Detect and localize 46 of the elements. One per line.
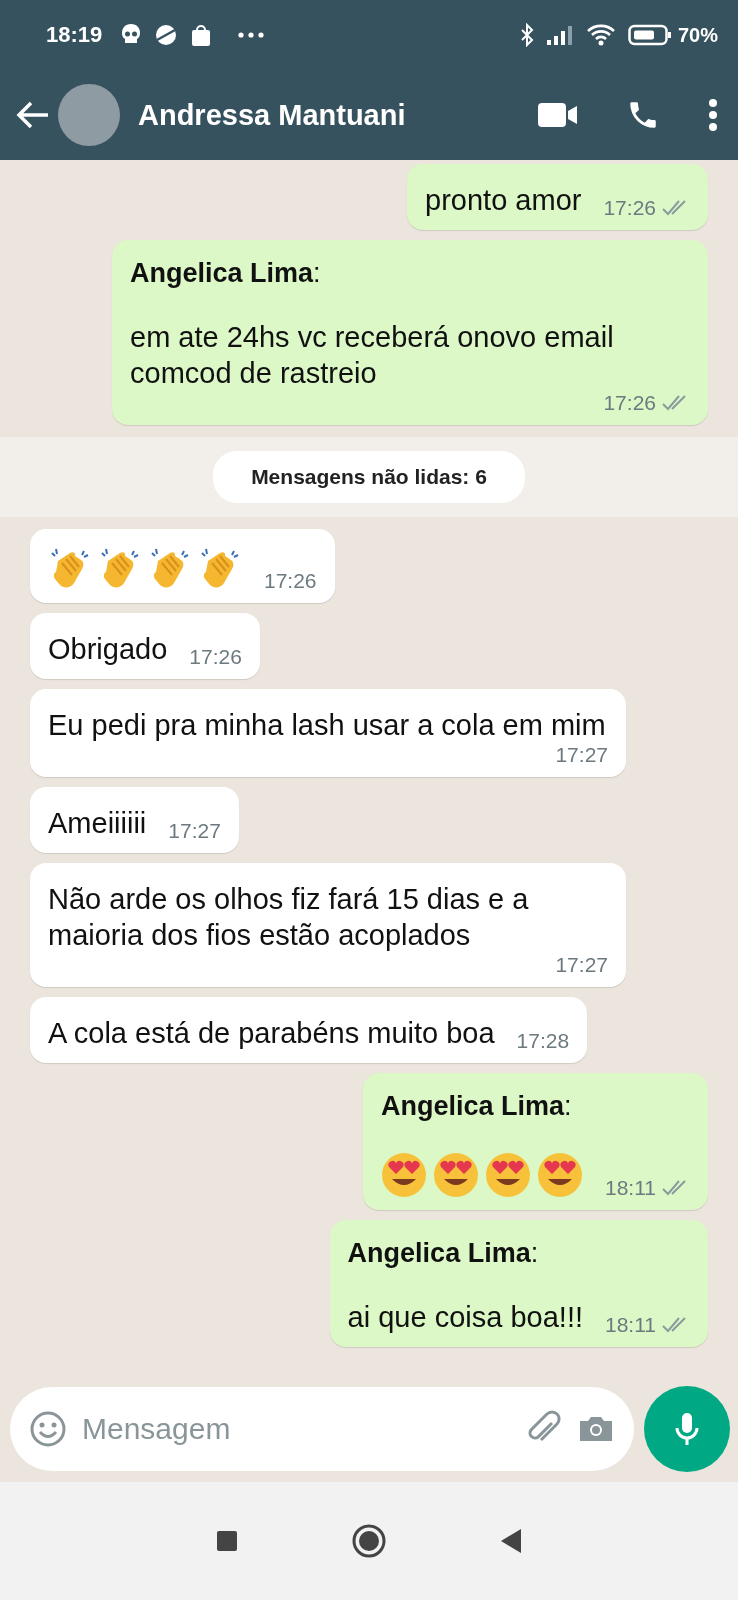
message-text: em ate 24hs vc receberá onovo email comcod de rastreio — [130, 320, 615, 391]
battery-percent: 70% — [677, 23, 718, 47]
message-time: 17:26 — [603, 196, 656, 220]
back-arrow-icon[interactable] — [16, 101, 50, 129]
message-text: pronto amor — [425, 183, 582, 218]
message-text: A cola está de parabéns muito boa — [48, 1016, 495, 1051]
bluetooth-icon — [519, 23, 534, 47]
more-dots-icon — [238, 32, 265, 38]
message-time: 17:28 — [516, 1029, 570, 1053]
recent-apps-icon[interactable] — [215, 1529, 239, 1553]
home-icon[interactable] — [351, 1523, 387, 1559]
message-text: ai que coisa boa!!! — [347, 1300, 583, 1335]
message-time: 17:26 — [603, 391, 656, 415]
sender-name: Angelica Lima: — [130, 258, 322, 289]
unread-messages-banner: Mensagens não lidas: 6 — [213, 451, 525, 503]
sender-name: Angelica Lima: — [347, 1238, 540, 1269]
signal-icon — [545, 25, 574, 45]
message-time: 18:11 — [605, 1176, 656, 1200]
smiley-icon[interactable] — [28, 1409, 68, 1449]
clock-time: 18:19 — [46, 22, 103, 48]
heart-eyes-face-icon — [537, 1152, 583, 1198]
message-time: 17:27 — [555, 953, 608, 977]
video-call-icon[interactable] — [538, 102, 578, 128]
heart-eyes-face-icon — [433, 1152, 479, 1198]
message-time: 18:11 — [605, 1313, 656, 1337]
microphone-icon — [674, 1411, 700, 1447]
battery-icon — [627, 24, 672, 46]
message-text: Obrigado — [48, 632, 168, 667]
message-time: 17:26 — [189, 645, 242, 669]
planet-icon — [154, 23, 179, 47]
heart-eyes-face-icon — [381, 1152, 427, 1198]
message-input-field[interactable]: Mensagem — [80, 1411, 512, 1447]
message-text: Ameiiiiii — [48, 806, 147, 841]
heart-eyes-face-icon — [485, 1152, 531, 1198]
back-icon[interactable] — [499, 1528, 523, 1554]
message-time: 17:27 — [555, 743, 608, 767]
message-time: 17:27 — [168, 819, 221, 843]
contact-name[interactable]: Andressa Mantuani — [138, 98, 490, 132]
sender-name: Angelica Lima: — [381, 1091, 573, 1122]
message-text: Não arde os olhos fiz fará 15 dias e a maioria dos fios estão acoplados — [48, 882, 530, 953]
message-input-box[interactable]: Mensagem — [10, 1387, 634, 1471]
wifi-icon — [585, 23, 616, 47]
more-options-icon[interactable] — [708, 99, 718, 131]
shopping-bag-icon — [190, 23, 213, 47]
message-time: 17:26 — [264, 569, 317, 593]
message-text: Eu pedi pra minha lash usar a cola em mim — [48, 708, 606, 743]
